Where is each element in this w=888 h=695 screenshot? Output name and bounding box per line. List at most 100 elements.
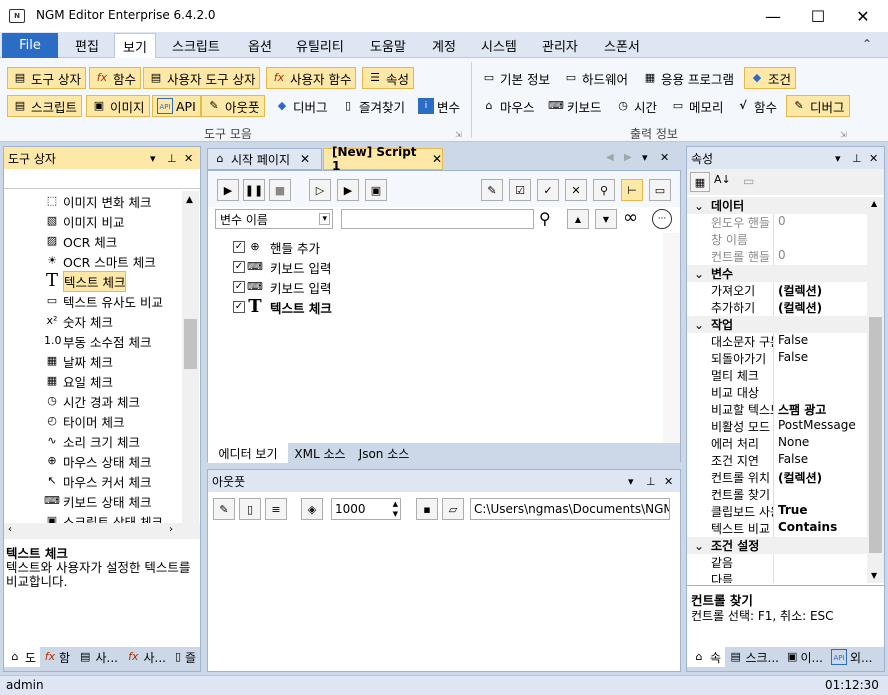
menu-options[interactable]: 옵션 [248,32,272,58]
tab-xml-source[interactable]: XML 소스 [288,443,352,463]
menu-admin[interactable]: 관리자 [542,32,578,58]
tab-scripts[interactable]: ▤ 스크... [725,647,783,667]
property-pages-icon[interactable]: ▭ [743,174,754,188]
tab-favorites[interactable]: ▯ 즐 [170,647,200,667]
ribbon-debug-button[interactable]: ◆ 디버그 [270,95,332,117]
toolbox-scrollbar[interactable]: ▲ [182,191,199,523]
script-line[interactable]: ✓ ⌨ 키보드 입력 [233,277,331,297]
property-row[interactable]: 비교 대상 [687,384,867,401]
script-line[interactable]: ✓ T 텍스트 체크 [233,297,332,317]
menu-account[interactable]: 계정 [432,32,456,58]
loop-icon[interactable]: ∞ [623,207,638,228]
new-log-icon[interactable]: ▯ [239,498,261,520]
properties-dropdown-icon[interactable]: ▾ [835,152,841,165]
check-all-icon[interactable]: ☑ [509,179,531,201]
property-value[interactable]: None [773,435,809,452]
ribbon-debug-output-button[interactable]: ✎ 디버그 [786,95,850,117]
tab-script-1[interactable]: [New] Script 1 ✕ [323,145,443,173]
property-row[interactable]: 창 이름 [687,231,867,248]
property-row[interactable]: 같음 [687,554,867,571]
toolbox-item[interactable]: ▦ 날짜 체크 [4,351,113,371]
property-value[interactable]: 스팸 광고 [773,401,826,418]
move-up-icon[interactable]: ▲ [567,209,589,229]
toolbox-item[interactable]: ⬚ 이미지 변화 체크 [4,191,152,211]
property-row[interactable]: 컨트롤 찾기 [687,486,867,503]
line-checkbox[interactable]: ✓ [233,281,245,293]
stop-icon[interactable]: ■ [269,179,291,201]
log-count-stepper[interactable]: 1000 ▲ ▼ [331,498,401,520]
collapse-icon[interactable]: ⌄ [687,267,711,281]
property-row[interactable]: 멀티 체크 [687,367,867,384]
editor-scrollbar[interactable] [663,233,680,443]
toolbox-search-input[interactable] [4,169,200,189]
menu-help[interactable]: 도움말 [370,32,406,58]
tab-start-page[interactable]: ⌂ 시작 페이지 ✕ [207,148,322,170]
menu-file[interactable]: File [2,33,58,58]
save-icon[interactable]: ▪ [416,498,438,520]
stepper-arrows-icon[interactable]: ▲ ▼ [393,499,398,519]
property-value[interactable]: (컬렉션) [773,299,822,316]
tab-editor-view[interactable]: 에디터 보기 [208,443,288,463]
variable-search-input[interactable] [341,209,534,229]
ribbon-variable-button[interactable]: i 변수 [414,95,464,117]
property-category[interactable]: ⌄ 데이터 [687,197,867,214]
property-value[interactable]: Contains [773,520,837,537]
window-icon[interactable]: ▭ [649,179,671,201]
property-row[interactable]: 추가하기 (컬렉션) [687,299,867,316]
editor-close-icon[interactable]: ✕ [660,151,669,164]
output-dropdown-icon[interactable]: ▾ [628,475,634,488]
toolbox-item[interactable]: T 텍스트 체크 [4,270,127,292]
variable-select[interactable]: 변수 이름 ▾ [215,209,333,229]
sort-az-icon[interactable]: A↓ [714,173,731,186]
lines-icon[interactable]: ≡ [265,498,287,520]
toolbox-item[interactable]: ⊕ 마우스 상태 체크 [4,451,151,471]
collapse-icon[interactable]: ⌄ [687,199,711,213]
ribbon-condition-button[interactable]: ◆ 조건 [744,67,797,89]
ribbon-mouse-button[interactable]: ⌂ 마우스 [477,95,539,117]
find-icon[interactable]: ⚲ [593,179,615,201]
more-icon[interactable]: ··· [652,209,672,229]
step-over-icon[interactable]: ▣ [365,179,387,201]
toolbox-item[interactable]: 1.0 부동 소수점 체크 [4,331,151,351]
property-value[interactable]: (컬렉션) [773,282,822,299]
script-line[interactable]: ✓ ⌨ 키보드 입력 [233,257,331,277]
clear-log-icon[interactable]: ✎ [213,498,235,520]
output-pin-icon[interactable]: ⊥ [646,475,656,488]
minimize-button[interactable]: — [750,0,796,32]
line-checkbox[interactable]: ✓ [233,301,245,313]
step-into-icon[interactable]: ▶ [337,179,359,201]
ribbon-memory-button[interactable]: ▭ 메모리 [666,95,728,117]
tab-external[interactable]: API 외... [827,647,877,667]
collapse-icon[interactable]: ⌄ [687,539,711,553]
tab-close-icon[interactable]: ✕ [300,152,310,166]
properties-scrollbar[interactable]: ▲ ▼ [867,197,884,583]
toolbox-item[interactable]: ▧ 이미지 비교 [4,211,125,231]
property-value[interactable] [773,554,778,571]
toolbox-item[interactable]: ◴ 타이머 체크 [4,411,124,431]
toolbox-item[interactable]: ▣ 스크립트 상태 체크 [4,511,163,523]
maximize-button[interactable]: ☐ [795,0,841,32]
ribbon-properties-button[interactable]: ☰ 속성 [362,67,415,89]
tab-properties[interactable]: ⌂ 속 [687,647,725,667]
tab-scroll-left-icon[interactable]: ◀ [606,152,614,163]
property-row[interactable]: 윈도우 핸들 0 [687,214,867,231]
property-value[interactable]: False [773,452,808,469]
menu-utility[interactable]: 유틸리티 [296,32,344,58]
ribbon-toolbox-button[interactable]: ▤ 도구 상자 [7,67,86,89]
menu-system[interactable]: 시스템 [481,32,517,58]
property-value[interactable]: False [773,333,808,350]
group-launcher-icon[interactable]: ⇲ [455,130,462,139]
toolbox-item[interactable]: ◷ 시간 경과 체크 [4,391,140,411]
property-value[interactable] [773,367,778,384]
categorized-icon[interactable]: ▦ [690,172,710,192]
toolbox-item[interactable]: ⌨ 키보드 상태 체크 [4,491,151,511]
folder-icon[interactable]: ▱ [442,498,464,520]
log-path-input[interactable]: C:\Users\ngmas\Documents\NGM6\ [470,498,670,520]
toolbox-item[interactable]: ▭ 텍스트 유사도 비교 [4,291,163,311]
properties-pin-icon[interactable]: ⊥ [852,152,862,165]
active-tab-close-icon[interactable]: ✕ [432,152,442,166]
ribbon-collapse-icon[interactable]: ⌃ [862,37,872,51]
ribbon-output-button[interactable]: ✎ 아웃풋 [201,95,265,117]
ribbon-application-button[interactable]: ▦ 응용 프로그램 [638,67,738,89]
close-button[interactable]: ✕ [840,0,886,32]
